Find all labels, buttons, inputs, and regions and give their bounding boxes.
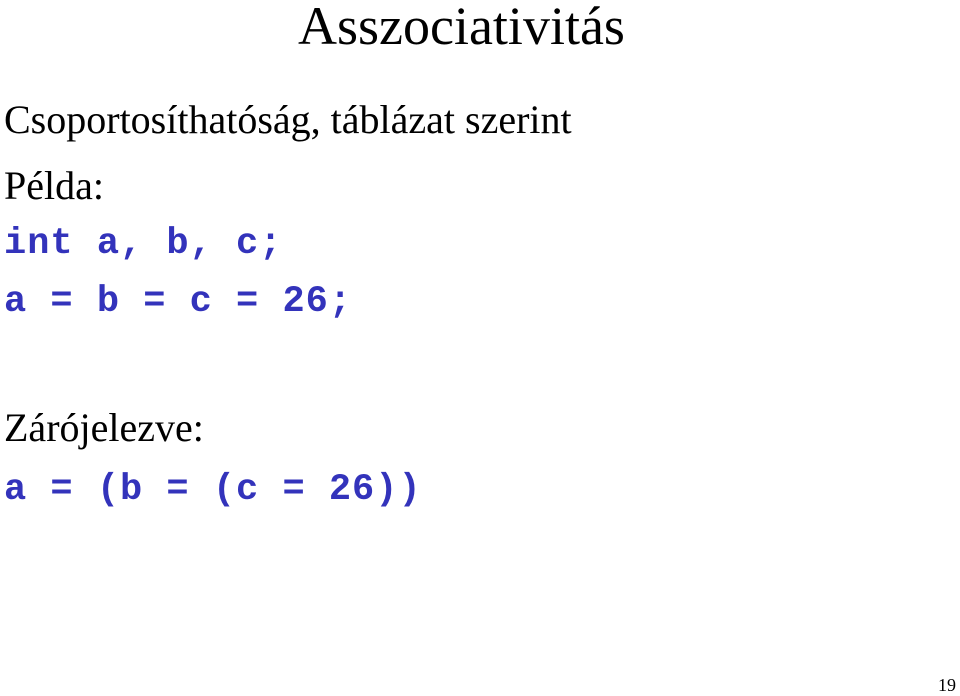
page-number: 19 [938,675,956,695]
code-line-assignment: a = b = c = 26; [4,281,353,323]
example-label: Példa: [4,163,104,208]
slide-title: Asszociativitás [298,0,625,56]
code-line-parenthesized: a = (b = (c = 26)) [4,469,422,511]
slide-subtitle: Csoportosíthatóság, táblázat szerint [4,97,572,142]
parenthesized-label: Zárójelezve: [4,405,204,450]
code-line-declaration: int a, b, c; [4,223,283,265]
